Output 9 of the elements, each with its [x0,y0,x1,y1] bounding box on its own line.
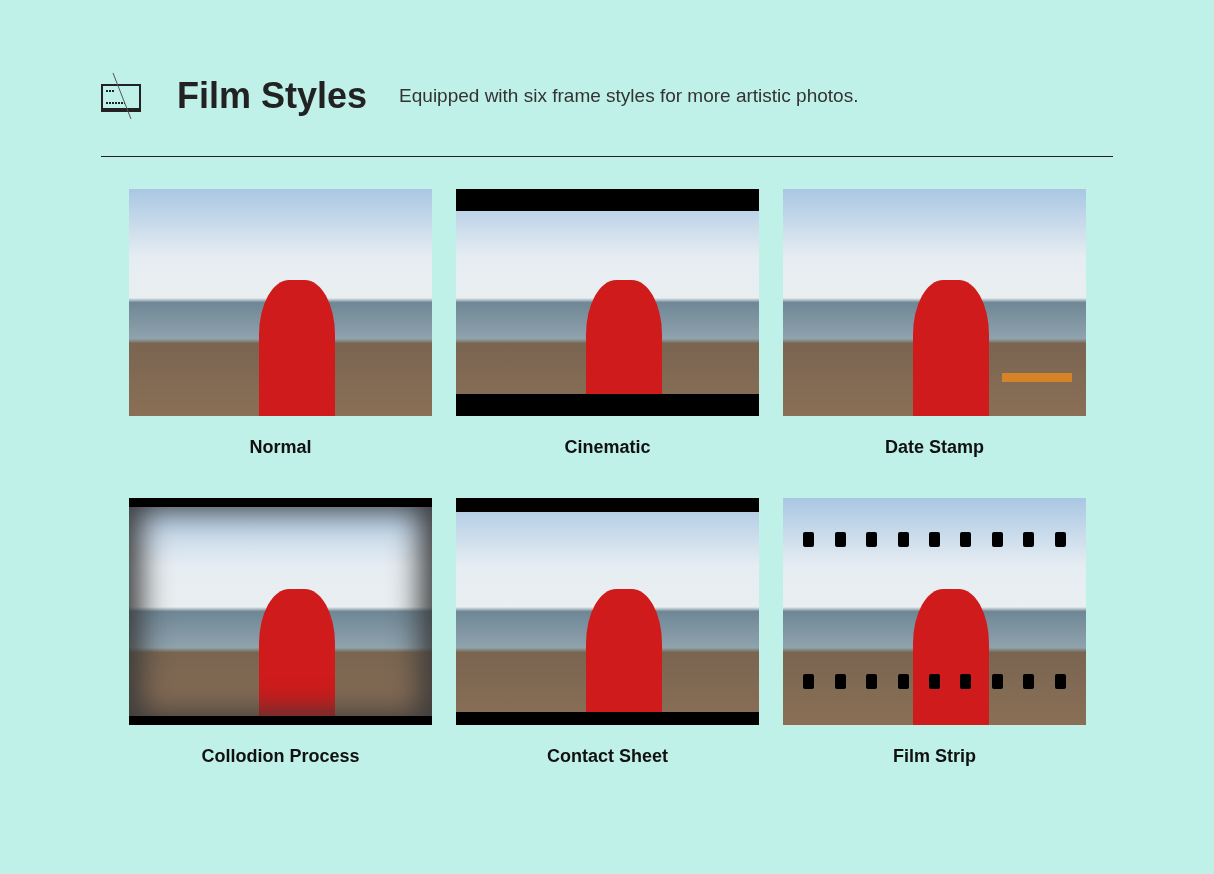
style-label: Film Strip [893,746,976,767]
section-title: Film Styles [177,75,368,117]
style-label: Date Stamp [885,437,984,458]
section-subtitle: Equipped with six frame styles for more artistic photos. [399,85,859,107]
style-label: Collodion Process [201,746,360,767]
style-label: Cinematic [564,437,651,458]
style-label: Normal [249,437,312,458]
style-label: Contact Sheet [547,746,668,767]
film-frame-icon [101,72,143,120]
